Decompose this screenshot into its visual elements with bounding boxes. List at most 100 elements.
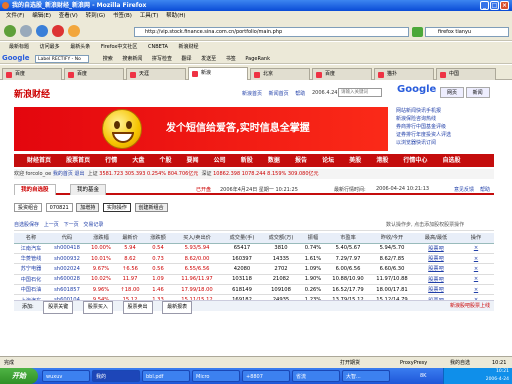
- portfolio-select[interactable]: 070821: [45, 203, 73, 212]
- delete-stock-link[interactable]: ×: [458, 284, 494, 296]
- table-cell[interactable]: 股票吧: [414, 243, 458, 254]
- menu-tools[interactable]: 工具(T): [140, 13, 159, 19]
- trade-record-link[interactable]: 交易记录: [83, 222, 103, 228]
- table-cell[interactable]: 股票吧: [414, 263, 458, 275]
- table-row[interactable]: 中国石油 sh601857 9.96% ↑18.00 1.46 17.99/18.00 61…: [14, 284, 494, 296]
- menu-edit[interactable]: 编辑(E): [32, 13, 51, 19]
- nav-item[interactable]: 公司: [214, 157, 226, 164]
- table-row[interactable]: 江南汽车 sh000418 10.00% 5.94 0.54 5.93/5.94 65417…: [14, 243, 494, 254]
- col-header[interactable]: 操作: [458, 233, 494, 244]
- nav-item[interactable]: 大盘: [132, 157, 144, 164]
- browser-tab-active[interactable]: 新浪: [188, 67, 248, 80]
- site-search-input[interactable]: 请输入关键词: [338, 88, 382, 97]
- taskbar-item[interactable]: bbl.pdf: [142, 370, 190, 382]
- table-cell[interactable]: 股票吧: [414, 284, 458, 296]
- col-header[interactable]: 名称: [14, 233, 48, 244]
- taskbar-item[interactable]: wuxuv: [42, 370, 90, 382]
- bookmark-item[interactable]: 最新标题: [9, 44, 29, 50]
- table-cell[interactable]: 股票吧: [414, 274, 458, 286]
- bookmark-item[interactable]: 新浪财经: [179, 44, 199, 50]
- table-cell[interactable]: 华菱管线: [14, 253, 48, 265]
- menu-view[interactable]: 查看(V): [59, 13, 78, 19]
- taskbar-item[interactable]: 省流: [292, 370, 340, 382]
- stock-buy-button[interactable]: 股票买入: [82, 301, 113, 314]
- col-header[interactable]: 涨跌额: [144, 233, 172, 244]
- menu-file[interactable]: 文件(F): [6, 13, 24, 19]
- table-row[interactable]: 中国石化 sh600028 10.02% 11.97 1.09 11.96/11.97 10…: [14, 274, 494, 286]
- stop-button[interactable]: [52, 25, 64, 37]
- google-tab-web[interactable]: 网页: [440, 87, 465, 98]
- col-header[interactable]: 涨跌幅: [86, 233, 116, 244]
- top-link[interactable]: 帮助: [295, 91, 305, 97]
- col-header[interactable]: 振幅: [300, 233, 326, 244]
- prev-page-link[interactable]: 上一页: [44, 222, 59, 228]
- nav-item[interactable]: 报告: [295, 157, 307, 164]
- nav-item[interactable]: 要闻: [187, 157, 199, 164]
- google-toolbar-item[interactable]: 搜索新闻: [122, 56, 142, 62]
- table-cell[interactable]: sh601857: [48, 284, 86, 296]
- table-cell[interactable]: sh000932: [48, 253, 86, 265]
- table-cell[interactable]: sh002024: [48, 263, 86, 275]
- home-button[interactable]: [68, 25, 80, 37]
- status-item[interactable]: 打开期货: [340, 357, 360, 368]
- table-cell[interactable]: 中国石化: [14, 274, 48, 286]
- nav-item[interactable]: 论坛: [322, 157, 334, 164]
- browser-tab[interactable]: 中国: [436, 68, 496, 80]
- google-toolbar-input[interactable]: Label RECTIFY - No: [35, 54, 90, 63]
- side-link[interactable]: 券商排行中国基金评级: [396, 123, 496, 131]
- taskbar-item-active[interactable]: 我的: [92, 370, 140, 382]
- col-header[interactable]: 昨收/今开: [370, 233, 414, 244]
- ad-banner[interactable]: 发个短信给爱答,实时信息全掌握: [14, 107, 388, 151]
- google-tab-news[interactable]: 新闻: [465, 87, 490, 98]
- menu-go[interactable]: 转到(G): [86, 13, 106, 19]
- table-cell[interactable]: 苏宁电器: [14, 263, 48, 275]
- side-link[interactable]: 以浏览器快讯订阅: [396, 139, 496, 147]
- nav-item[interactable]: 行情: [105, 157, 117, 164]
- table-cell[interactable]: sh600028: [48, 274, 86, 286]
- tab-my-funds[interactable]: 我的基金: [70, 184, 107, 195]
- col-header[interactable]: 买入/卖出价: [172, 233, 222, 244]
- browser-tab[interactable]: 百度: [312, 68, 372, 80]
- google-toolbar-item[interactable]: 书签: [226, 56, 236, 62]
- browser-tab[interactable]: 天涯: [126, 68, 186, 80]
- taskbar-item[interactable]: 大智...: [342, 370, 390, 382]
- feedback-link[interactable]: 意见反馈: [454, 186, 474, 193]
- start-button[interactable]: 开始: [0, 368, 38, 384]
- create-portfolio-button[interactable]: 创建新组合: [134, 203, 168, 212]
- top-link[interactable]: 新闻首页: [269, 91, 289, 97]
- table-cell[interactable]: sh000418: [48, 243, 86, 254]
- side-link[interactable]: 证券排行年度投资人评选: [396, 131, 496, 139]
- browser-tab[interactable]: 猫扑: [374, 68, 434, 80]
- minimize-button[interactable]: _: [480, 1, 489, 10]
- nav-item[interactable]: 港股: [376, 157, 388, 164]
- table-cell[interactable]: 江南汽车: [14, 243, 48, 254]
- google-toolbar-item[interactable]: PageRank: [245, 56, 270, 62]
- delete-stock-link[interactable]: ×: [458, 243, 494, 254]
- nav-item[interactable]: 个股: [159, 157, 171, 164]
- google-toolbar-item[interactable]: 发送至: [201, 56, 216, 62]
- side-link[interactable]: 新浪保险咨询热线: [396, 115, 496, 123]
- nav-item[interactable]: 数据: [268, 157, 280, 164]
- reload-button[interactable]: [36, 25, 48, 37]
- stock-sell-button[interactable]: 股票卖出: [122, 301, 153, 314]
- logout-link[interactable]: 退出: [74, 171, 84, 177]
- add-holding-button[interactable]: 加增持: [76, 203, 100, 212]
- col-header[interactable]: 市盈率: [326, 233, 370, 244]
- table-cell[interactable]: 股票吧: [414, 253, 458, 265]
- bookmark-item[interactable]: 访问最多: [40, 44, 60, 50]
- status-item[interactable]: 我的自选: [450, 357, 470, 368]
- help-link[interactable]: 帮助: [480, 186, 490, 193]
- nav-item[interactable]: 新股: [241, 157, 253, 164]
- actual-operation-button[interactable]: 实际操作: [102, 203, 131, 212]
- col-header[interactable]: 最新价: [116, 233, 144, 244]
- sina-finance-logo[interactable]: 新浪财经: [14, 87, 50, 100]
- menu-bookmarks[interactable]: 书签(B): [113, 13, 132, 19]
- google-toolbar-item[interactable]: 拼写检查: [152, 56, 172, 62]
- side-link[interactable]: 网站新闻快讯手机报: [396, 107, 496, 115]
- save-stocks-link[interactable]: 自选股保存: [14, 222, 39, 228]
- bookmark-item[interactable]: CNBETA: [148, 44, 168, 50]
- bookmark-item[interactable]: 最新头条: [70, 44, 90, 50]
- google-toolbar-item[interactable]: 搜索: [103, 56, 113, 62]
- nav-item[interactable]: 自选股: [443, 157, 461, 164]
- col-header[interactable]: 成交量(手): [222, 233, 262, 244]
